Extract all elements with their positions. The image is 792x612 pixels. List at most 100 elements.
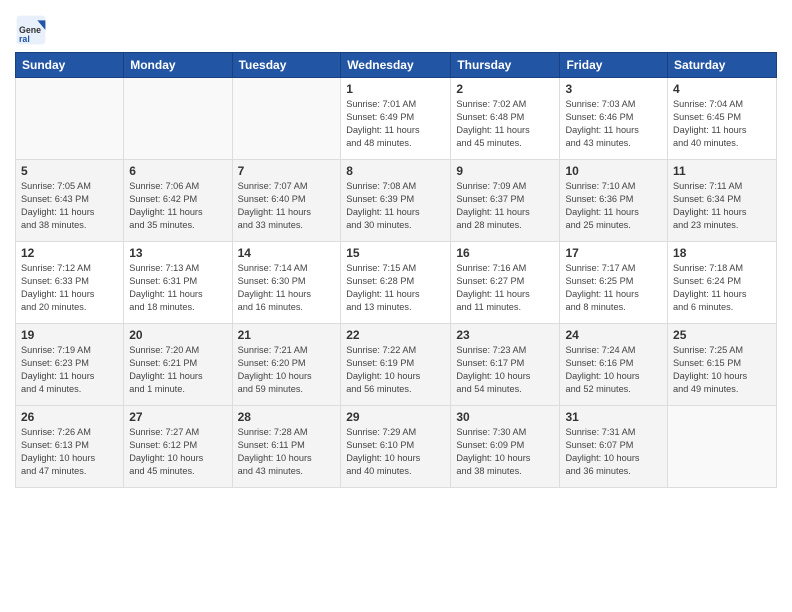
calendar-day-31: 31 Sunrise: 7:31 AM Sunset: 6:07 PM Dayli… [560,406,668,488]
calendar-day-17: 17 Sunrise: 7:17 AM Sunset: 6:25 PM Dayli… [560,242,668,324]
calendar-day-13: 13Sunrise: 7:13 AM Sunset: 6:31 PM Dayli… [124,242,232,324]
calendar-header-row: SundayMondayTuesdayWednesdayThursdayFrid… [16,53,777,78]
day-number: 25 [673,328,771,342]
day-number: 4 [673,82,771,96]
day-number: 5 [21,164,118,178]
calendar-day-empty [124,78,232,160]
day-number: 27 [129,410,226,424]
day-info: Sunrise: 7:15 AM Sunset: 6:28 PM Dayligh… [346,262,445,314]
header-monday: Monday [124,53,232,78]
day-info: Sunrise: 7:04 AM Sunset: 6:45 PM Dayligh… [673,98,771,150]
calendar-day-20: 20 Sunrise: 7:20 AM Sunset: 6:21 PM Dayli… [124,324,232,406]
calendar-day-30: 30 Sunrise: 7:30 AM Sunset: 6:09 PM Dayli… [451,406,560,488]
calendar-day-8: 8 Sunrise: 7:08 AM Sunset: 6:39 PM Daylig… [341,160,451,242]
day-info: Sunrise: 7:26 AM Sunset: 6:13 PM Dayligh… [21,426,118,478]
day-info: Sunrise: 7:14 AM Sunset: 6:30 PM Dayligh… [238,262,336,314]
day-info: Sunrise: 7:25 AM Sunset: 6:15 PM Dayligh… [673,344,771,396]
day-number: 29 [346,410,445,424]
day-number: 14 [238,246,336,260]
calendar-day-empty [232,78,341,160]
header-saturday: Saturday [668,53,777,78]
calendar-day-14: 14 Sunrise: 7:14 AM Sunset: 6:30 PM Dayli… [232,242,341,324]
calendar-day-21: 21 Sunrise: 7:21 AM Sunset: 6:20 PM Dayli… [232,324,341,406]
calendar-day-16: 16Sunrise: 7:16 AM Sunset: 6:27 PM Dayli… [451,242,560,324]
day-number: 23 [456,328,554,342]
day-number: 10 [565,164,662,178]
calendar-day-15: 15 Sunrise: 7:15 AM Sunset: 6:28 PM Dayli… [341,242,451,324]
day-info: Sunrise: 7:23 AM Sunset: 6:17 PM Dayligh… [456,344,554,396]
calendar-day-4: 4 Sunrise: 7:04 AM Sunset: 6:45 PM Daylig… [668,78,777,160]
calendar-day-10: 10 Sunrise: 7:10 AM Sunset: 6:36 PM Dayli… [560,160,668,242]
calendar-table: SundayMondayTuesdayWednesdayThursdayFrid… [15,52,777,488]
day-number: 11 [673,164,771,178]
calendar-day-2: 2Sunrise: 7:02 AM Sunset: 6:48 PM Daylig… [451,78,560,160]
svg-text:ral: ral [19,34,30,44]
calendar-day-3: 3 Sunrise: 7:03 AM Sunset: 6:46 PM Daylig… [560,78,668,160]
day-info: Sunrise: 7:17 AM Sunset: 6:25 PM Dayligh… [565,262,662,314]
day-info: Sunrise: 7:06 AM Sunset: 6:42 PM Dayligh… [129,180,226,232]
logo-icon: Gene ral [15,14,47,46]
day-number: 18 [673,246,771,260]
header: Gene ral [15,10,777,46]
day-number: 22 [346,328,445,342]
day-info: Sunrise: 7:03 AM Sunset: 6:46 PM Dayligh… [565,98,662,150]
calendar-day-7: 7 Sunrise: 7:07 AM Sunset: 6:40 PM Daylig… [232,160,341,242]
day-number: 7 [238,164,336,178]
day-number: 1 [346,82,445,96]
calendar-page: Gene ral SundayMondayTuesdayWednesdayThu… [0,0,792,612]
calendar-week-5: 26Sunrise: 7:26 AM Sunset: 6:13 PM Dayli… [16,406,777,488]
calendar-week-1: 1 Sunrise: 7:01 AM Sunset: 6:49 PM Daylig… [16,78,777,160]
calendar-day-24: 24 Sunrise: 7:24 AM Sunset: 6:16 PM Dayli… [560,324,668,406]
day-number: 6 [129,164,226,178]
day-info: Sunrise: 7:24 AM Sunset: 6:16 PM Dayligh… [565,344,662,396]
day-info: Sunrise: 7:19 AM Sunset: 6:23 PM Dayligh… [21,344,118,396]
calendar-day-empty [668,406,777,488]
day-info: Sunrise: 7:28 AM Sunset: 6:11 PM Dayligh… [238,426,336,478]
day-info: Sunrise: 7:13 AM Sunset: 6:31 PM Dayligh… [129,262,226,314]
day-number: 15 [346,246,445,260]
day-info: Sunrise: 7:10 AM Sunset: 6:36 PM Dayligh… [565,180,662,232]
day-number: 9 [456,164,554,178]
day-info: Sunrise: 7:07 AM Sunset: 6:40 PM Dayligh… [238,180,336,232]
day-info: Sunrise: 7:22 AM Sunset: 6:19 PM Dayligh… [346,344,445,396]
day-number: 30 [456,410,554,424]
day-info: Sunrise: 7:30 AM Sunset: 6:09 PM Dayligh… [456,426,554,478]
day-number: 20 [129,328,226,342]
day-number: 17 [565,246,662,260]
day-info: Sunrise: 7:05 AM Sunset: 6:43 PM Dayligh… [21,180,118,232]
day-info: Sunrise: 7:08 AM Sunset: 6:39 PM Dayligh… [346,180,445,232]
calendar-day-22: 22 Sunrise: 7:22 AM Sunset: 6:19 PM Dayli… [341,324,451,406]
calendar-day-11: 11 Sunrise: 7:11 AM Sunset: 6:34 PM Dayli… [668,160,777,242]
day-number: 31 [565,410,662,424]
day-number: 28 [238,410,336,424]
day-number: 12 [21,246,118,260]
header-friday: Friday [560,53,668,78]
calendar-day-29: 29 Sunrise: 7:29 AM Sunset: 6:10 PM Dayli… [341,406,451,488]
day-number: 3 [565,82,662,96]
day-info: Sunrise: 7:11 AM Sunset: 6:34 PM Dayligh… [673,180,771,232]
day-info: Sunrise: 7:20 AM Sunset: 6:21 PM Dayligh… [129,344,226,396]
day-info: Sunrise: 7:12 AM Sunset: 6:33 PM Dayligh… [21,262,118,314]
calendar-day-26: 26Sunrise: 7:26 AM Sunset: 6:13 PM Dayli… [16,406,124,488]
calendar-day-empty [16,78,124,160]
calendar-day-1: 1 Sunrise: 7:01 AM Sunset: 6:49 PM Daylig… [341,78,451,160]
header-sunday: Sunday [16,53,124,78]
day-info: Sunrise: 7:01 AM Sunset: 6:49 PM Dayligh… [346,98,445,150]
header-wednesday: Wednesday [341,53,451,78]
calendar-day-25: 25 Sunrise: 7:25 AM Sunset: 6:15 PM Dayli… [668,324,777,406]
day-number: 21 [238,328,336,342]
logo: Gene ral [15,14,51,46]
day-number: 16 [456,246,554,260]
day-info: Sunrise: 7:29 AM Sunset: 6:10 PM Dayligh… [346,426,445,478]
day-info: Sunrise: 7:31 AM Sunset: 6:07 PM Dayligh… [565,426,662,478]
day-info: Sunrise: 7:27 AM Sunset: 6:12 PM Dayligh… [129,426,226,478]
header-tuesday: Tuesday [232,53,341,78]
day-number: 8 [346,164,445,178]
calendar-day-19: 19Sunrise: 7:19 AM Sunset: 6:23 PM Dayli… [16,324,124,406]
calendar-day-27: 27 Sunrise: 7:27 AM Sunset: 6:12 PM Dayli… [124,406,232,488]
day-info: Sunrise: 7:21 AM Sunset: 6:20 PM Dayligh… [238,344,336,396]
header-thursday: Thursday [451,53,560,78]
calendar-day-5: 5 Sunrise: 7:05 AM Sunset: 6:43 PM Daylig… [16,160,124,242]
calendar-day-12: 12 Sunrise: 7:12 AM Sunset: 6:33 PM Dayli… [16,242,124,324]
day-number: 24 [565,328,662,342]
